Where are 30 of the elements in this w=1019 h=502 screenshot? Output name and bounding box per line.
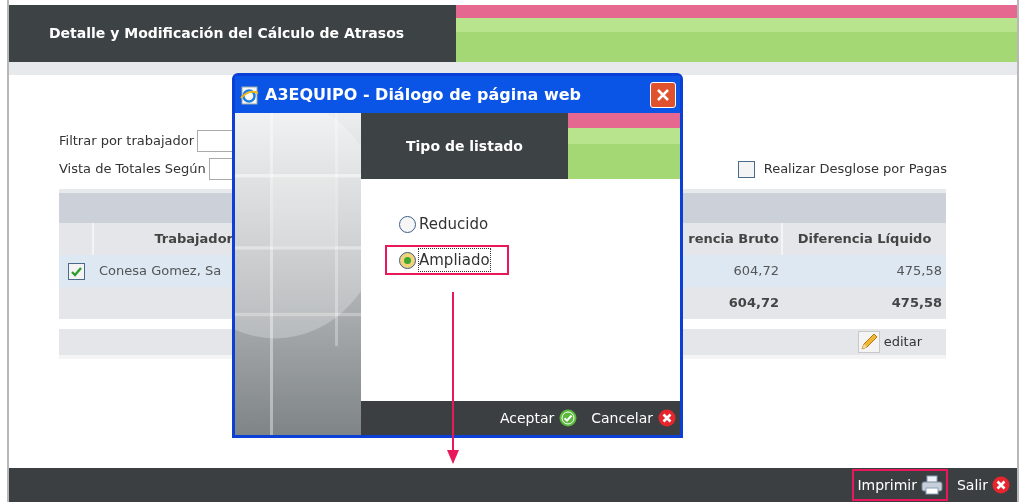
dialog-heading: Tipo de listado [406,136,523,156]
dialog-title: A3EQUIPO - Diálogo de página web [265,83,583,106]
print-button[interactable]: Imprimir [852,469,948,501]
column-header: Diferencia Líquido [797,230,932,249]
radio-option[interactable]: Ampliado [399,248,490,272]
page-title: Detalle y Modificación del Cálculo de Atrasos [49,24,405,43]
radio-option[interactable]: Reducido [399,212,489,236]
exit-button[interactable]: Salir [952,469,1015,501]
total-gross: 604,72 [728,295,779,311]
close-icon [992,476,1010,494]
table-cell: 604,72 [733,263,779,279]
cancel-button[interactable]: Cancelar [591,407,676,429]
edit-button[interactable]: editar [857,331,922,353]
check-circle-icon [559,409,578,427]
column-header: rencia Bruto [688,230,779,249]
printer-icon [921,475,943,495]
accept-button[interactable]: Aceptar [499,407,578,429]
checkbox[interactable] [68,262,85,280]
close-icon [656,87,670,102]
checkbox[interactable] [737,160,755,178]
filter-label: Filtrar por trabajador [59,132,195,151]
table-cell: Conesa Gomez, Sa [99,263,222,279]
close-button[interactable] [650,81,676,108]
filter-label: Vista de Totales Según [59,160,206,179]
checkbox-label: Realizar Desglose por Pagas [763,160,947,179]
column-header: Trabajador [154,230,233,249]
close-icon [658,409,676,427]
table-cell: 475,58 [896,263,942,279]
browser-icon [239,84,259,105]
total-net: 475,58 [891,295,942,311]
